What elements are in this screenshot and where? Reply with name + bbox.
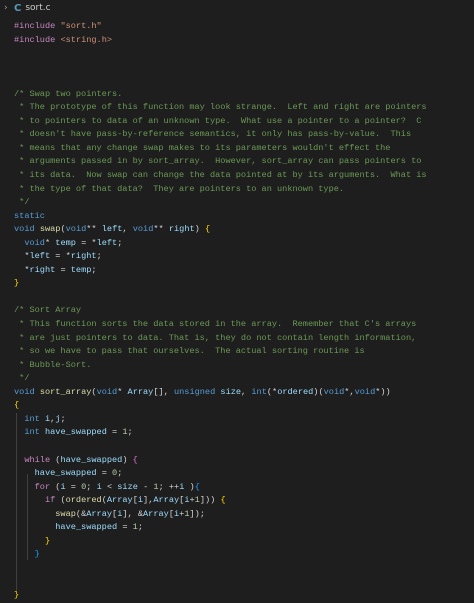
source-code[interactable]: #include "sort.h" #include <string.h> /*… xyxy=(0,16,474,603)
editor-tab[interactable]: › C sort.c xyxy=(0,0,474,16)
code-editor[interactable]: #include "sort.h" #include <string.h> /*… xyxy=(0,16,474,603)
indent-guide xyxy=(27,474,28,560)
indent-guide xyxy=(16,413,17,591)
c-file-icon: C xyxy=(14,2,22,14)
chevron-right-icon[interactable]: › xyxy=(4,3,14,13)
tab-title: sort.c xyxy=(25,3,51,13)
